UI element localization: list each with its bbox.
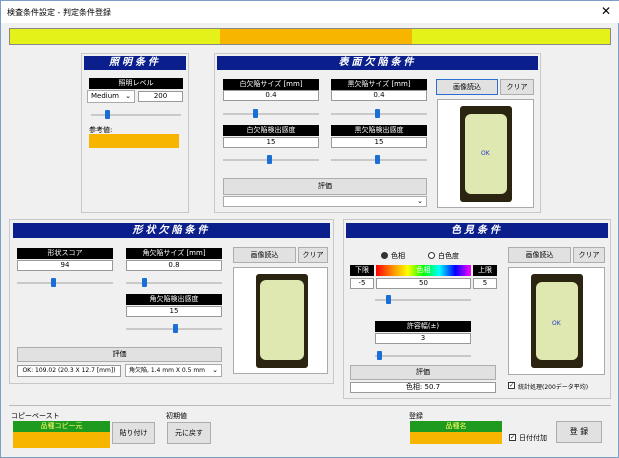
hue-value[interactable]: 50 bbox=[376, 278, 471, 289]
surface-preview-image: OK bbox=[437, 99, 534, 208]
shape-header: 形状欠陥条件 bbox=[13, 223, 330, 238]
surface-load-image-button[interactable]: 画像読込 bbox=[436, 79, 498, 95]
tolerance-slider-thumb[interactable] bbox=[377, 351, 382, 360]
corner-sens-label: 角欠陥検出感度 bbox=[126, 294, 222, 305]
upper-limit-label: 上限 bbox=[473, 265, 497, 276]
color-load-image-button[interactable]: 画像読込 bbox=[508, 247, 571, 263]
black-sens-slider-thumb[interactable] bbox=[375, 155, 380, 164]
status-bar bbox=[9, 28, 611, 45]
chevron-down-icon: ⌄ bbox=[125, 92, 131, 100]
light-level-slider-thumb[interactable] bbox=[105, 110, 110, 119]
date-checkbox[interactable]: ✓ bbox=[509, 434, 516, 441]
surface-ok-text: OK bbox=[481, 150, 490, 157]
radio-hue[interactable] bbox=[381, 252, 388, 259]
light-level-value[interactable]: 200 bbox=[138, 91, 183, 102]
white-size-slider[interactable] bbox=[223, 113, 319, 115]
light-level-label: 照明レベル bbox=[89, 78, 183, 89]
tablet-shape bbox=[260, 280, 304, 360]
white-sens-slider-thumb[interactable] bbox=[267, 155, 272, 164]
register-button[interactable]: 登 録 bbox=[556, 421, 602, 443]
paste-button[interactable]: 貼り付け bbox=[112, 422, 155, 444]
title-bar: 検査条件設定 - 判定条件登録 ✕ bbox=[1, 1, 619, 23]
white-size-slider-thumb[interactable] bbox=[253, 109, 258, 118]
color-clear-button[interactable]: クリア bbox=[573, 247, 605, 263]
color-result-text: 色相: 50.7 bbox=[350, 382, 496, 393]
light-mode-select[interactable]: Medium ⌄ bbox=[87, 90, 135, 103]
window-title: 検査条件設定 - 判定条件登録 bbox=[7, 8, 111, 17]
copypaste-group-label: コピーペースト bbox=[11, 412, 60, 420]
status-bar-highlight bbox=[220, 29, 412, 44]
shape-clear-button[interactable]: クリア bbox=[298, 247, 328, 263]
radio-whiteness-label: 白色度 bbox=[438, 252, 459, 260]
black-size-label: 黒欠陥サイズ [mm] bbox=[331, 79, 427, 90]
black-sens-label: 黒欠陥検出感度 bbox=[331, 125, 427, 136]
shape-eval-button[interactable]: 評価 bbox=[17, 347, 222, 362]
close-icon[interactable]: ✕ bbox=[601, 4, 611, 18]
shape-score-slider[interactable] bbox=[17, 282, 113, 284]
black-size-value[interactable]: 0.4 bbox=[331, 90, 427, 101]
white-sens-value[interactable]: 15 bbox=[223, 137, 319, 148]
color-eval-button[interactable]: 評価 bbox=[350, 365, 496, 380]
chevron-down-icon: ⌄ bbox=[212, 366, 218, 374]
lower-limit-label: 下限 bbox=[350, 265, 374, 276]
color-ok-text: OK bbox=[552, 320, 561, 327]
black-size-slider-thumb[interactable] bbox=[375, 109, 380, 118]
corner-size-label: 角欠陥サイズ [mm] bbox=[126, 248, 222, 259]
white-sens-label: 白欠陥検出感度 bbox=[223, 125, 319, 136]
corner-sens-value[interactable]: 15 bbox=[126, 306, 222, 317]
corner-size-slider[interactable] bbox=[126, 282, 222, 284]
hue-label: 色相 bbox=[416, 266, 431, 274]
register-group-label: 登録 bbox=[409, 412, 423, 420]
hue-gradient: 色相 bbox=[376, 265, 471, 276]
tolerance-slider[interactable] bbox=[375, 355, 471, 357]
corner-result-select[interactable]: 角欠陥, 1.4 mm X 0.5 mm ⌄ bbox=[125, 364, 222, 377]
color-preview-image: OK bbox=[508, 267, 605, 375]
lighting-header: 照明条件 bbox=[84, 56, 186, 70]
shape-score-label: 形状スコア bbox=[17, 248, 113, 259]
init-group-label: 初期値 bbox=[166, 412, 187, 420]
surface-eval-button[interactable]: 評価 bbox=[223, 178, 427, 195]
radio-whiteness[interactable] bbox=[428, 252, 435, 259]
lower-limit-value[interactable]: -5 bbox=[350, 278, 374, 289]
shape-preview-image bbox=[233, 267, 328, 374]
radio-hue-label: 色相 bbox=[391, 252, 405, 260]
surface-header: 表面欠陥条件 bbox=[217, 56, 538, 70]
copy-source-value[interactable] bbox=[13, 432, 110, 448]
black-sens-value[interactable]: 15 bbox=[331, 137, 427, 148]
reset-button[interactable]: 元に戻す bbox=[167, 422, 211, 444]
hue-slider-thumb[interactable] bbox=[386, 295, 391, 304]
chevron-down-icon: ⌄ bbox=[417, 197, 423, 205]
main-window: 検査条件設定 - 判定条件登録 ✕ 照明条件 照明レベル Medium ⌄ 200… bbox=[0, 0, 619, 458]
product-name-value[interactable] bbox=[410, 432, 502, 444]
tolerance-label: 許容幅(±) bbox=[375, 321, 471, 332]
reference-value bbox=[89, 134, 179, 148]
white-size-value[interactable]: 0.4 bbox=[223, 90, 319, 101]
product-name-label: 品種名 bbox=[410, 421, 502, 432]
corner-sens-slider-thumb[interactable] bbox=[173, 324, 178, 333]
shape-score-slider-thumb[interactable] bbox=[51, 278, 56, 287]
date-label: 日付付加 bbox=[519, 434, 547, 442]
stats-label: 統計処理(200データ平均) bbox=[518, 384, 589, 391]
shape-load-image-button[interactable]: 画像読込 bbox=[233, 247, 296, 263]
shape-score-value[interactable]: 94 bbox=[17, 260, 113, 271]
copy-source-label: 品種コピー元 bbox=[13, 421, 110, 432]
tolerance-value[interactable]: 3 bbox=[375, 333, 471, 344]
surface-clear-button[interactable]: クリア bbox=[500, 79, 534, 95]
upper-limit-value[interactable]: 5 bbox=[473, 278, 497, 289]
corner-size-slider-thumb[interactable] bbox=[142, 278, 147, 287]
surface-result-select[interactable]: ⌄ bbox=[223, 196, 427, 207]
color-header: 色見条件 bbox=[346, 223, 608, 238]
stats-checkbox[interactable]: ✓ bbox=[508, 382, 515, 389]
shape-result-text: OK: 109.02 (20.3 X 12.7 [mm]) bbox=[17, 365, 121, 377]
white-size-label: 白欠陥サイズ [mm] bbox=[223, 79, 319, 90]
corner-size-value[interactable]: 0.8 bbox=[126, 260, 222, 271]
bottom-divider bbox=[9, 405, 611, 406]
